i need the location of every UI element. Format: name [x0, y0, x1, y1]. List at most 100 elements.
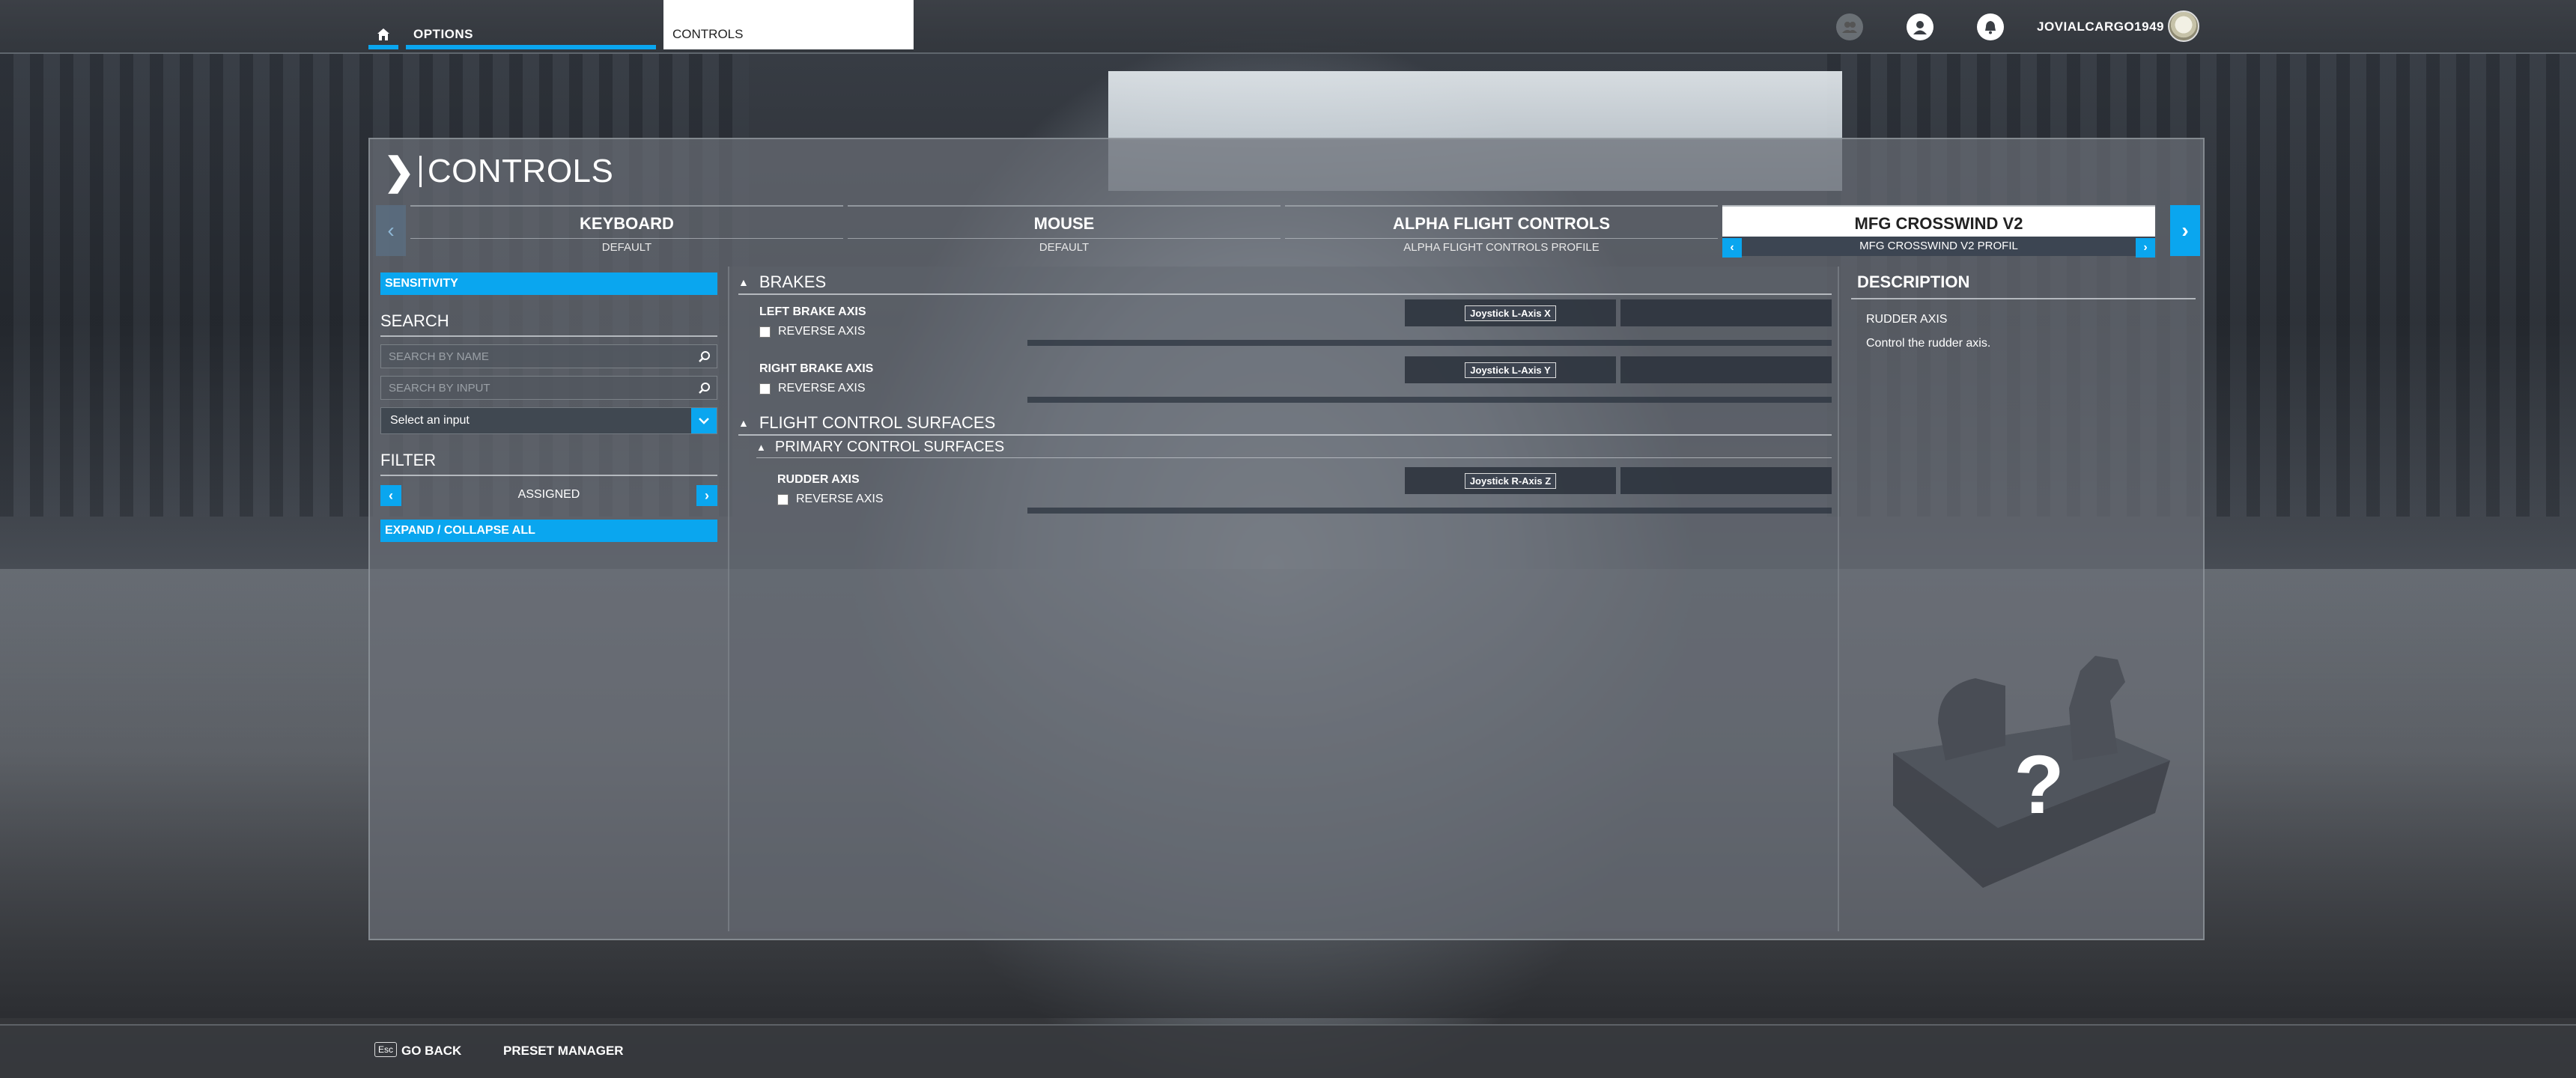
reverse-axis-option[interactable]: REVERSE AXIS — [759, 382, 866, 395]
profile-icon — [1913, 21, 1927, 34]
tab-options[interactable]: OPTIONS — [406, 19, 656, 49]
sensitivity-button[interactable]: SENSITIVITY — [380, 272, 717, 295]
expand-collapse-all-button[interactable]: EXPAND / COLLAPSE ALL — [380, 520, 717, 542]
caret-up-icon: ▲ — [756, 442, 766, 453]
search-icon — [699, 383, 710, 394]
profile-button[interactable] — [1907, 13, 1933, 40]
axis-indicator — [1027, 397, 1832, 403]
binding-rudder-axis[interactable]: RUDDER AXIS REVERSE AXIS Joystick R-Axis… — [729, 467, 1832, 515]
unknown-device-symbol: ? — [2014, 739, 2064, 831]
input-key: Joystick R-Axis Z — [1464, 472, 1557, 489]
username[interactable]: JOVIALCARGO1949 — [2037, 19, 2164, 34]
device-illustration: ? — [1893, 656, 2170, 888]
category-label: BRAKES — [759, 272, 827, 291]
binding-label: RUDDER AXIS — [777, 473, 860, 486]
search-by-input-field[interactable] — [381, 377, 717, 399]
preset-prev-button[interactable]: ‹ — [1722, 238, 1742, 258]
reverse-axis-label: REVERSE AXIS — [796, 493, 884, 505]
device-next-button[interactable]: › — [2170, 205, 2200, 256]
caret-up-icon: ▲ — [738, 276, 749, 288]
chevron-right-icon: › — [2143, 241, 2148, 254]
page-title: ❯ CONTROLS — [383, 153, 613, 190]
binding-left-brake-axis[interactable]: LEFT BRAKE AXIS REVERSE AXIS Joystick L-… — [729, 299, 1832, 347]
tab-controls-label: CONTROLS — [672, 27, 744, 41]
tab-mfg-crosswind-v2[interactable]: MFG CROSSWIND V2 MFG CROSSWIND V2 PROFIL… — [1722, 205, 2155, 258]
description-text: Control the rudder axis. — [1866, 337, 1991, 350]
binding-label: RIGHT BRAKE AXIS — [759, 362, 874, 375]
device-prev-button[interactable]: ‹ — [376, 205, 406, 256]
description-heading: DESCRIPTION — [1851, 267, 2196, 299]
tab-mouse[interactable]: MOUSE DEFAULT — [848, 205, 1281, 256]
tab-alpha-flight-controls[interactable]: ALPHA FLIGHT CONTROLS ALPHA FLIGHT CONTR… — [1285, 205, 1718, 256]
tab-options-label: OPTIONS — [413, 27, 474, 41]
device-name: MOUSE — [1033, 214, 1095, 233]
preset-next-button[interactable]: › — [2136, 238, 2155, 258]
home-button[interactable] — [368, 19, 398, 49]
select-input-dropdown[interactable]: Select an input — [380, 407, 717, 434]
input-key: Joystick L-Axis Y — [1465, 362, 1556, 378]
chevron-left-icon: ‹ — [387, 219, 395, 242]
top-navigation-bar: OPTIONS CONTROLS JOVIALCARGO1949 — [0, 0, 2576, 54]
binding-label: LEFT BRAKE AXIS — [759, 305, 866, 318]
search-by-input[interactable] — [380, 376, 717, 400]
title-chevron-icon: ❯ — [383, 150, 415, 192]
binding-primary-slot[interactable]: Joystick L-Axis Y — [1405, 356, 1616, 383]
binding-secondary-slot[interactable] — [1620, 356, 1832, 383]
search-by-name[interactable] — [380, 344, 717, 368]
description-binding-name: RUDDER AXIS — [1866, 313, 1948, 326]
device-preset: DEFAULT — [848, 238, 1281, 254]
avatar[interactable] — [2168, 10, 2199, 42]
filter-heading: FILTER — [380, 451, 717, 476]
notifications-button[interactable] — [1977, 13, 2004, 40]
device-name: ALPHA FLIGHT CONTROLS — [1392, 214, 1611, 233]
filter-next-button[interactable]: › — [696, 485, 717, 506]
filter-selector: ‹ ASSIGNED › — [380, 484, 717, 508]
device-preset: ALPHA FLIGHT CONTROLS PROFILE — [1285, 238, 1718, 254]
search-heading: SEARCH — [380, 311, 717, 337]
bottom-bar: Esc GO BACK PRESET MANAGER — [0, 1024, 2576, 1078]
device-name: KEYBOARD — [580, 214, 674, 233]
page-title-text: CONTROLS — [427, 153, 614, 189]
category-brakes[interactable]: ▲ BRAKES — [738, 272, 1832, 295]
reverse-axis-checkbox[interactable] — [759, 383, 771, 395]
device-preset-selector[interactable]: MFG CROSSWIND V2 PROFIL — [1722, 237, 2155, 256]
binding-right-brake-axis[interactable]: RIGHT BRAKE AXIS REVERSE AXIS Joystick L… — [729, 356, 1832, 404]
chevron-right-icon: › — [2181, 219, 2189, 242]
reverse-axis-checkbox[interactable] — [759, 326, 771, 338]
esc-key-icon: Esc — [374, 1042, 398, 1057]
reverse-axis-option[interactable]: REVERSE AXIS — [759, 325, 866, 338]
device-name: MFG CROSSWIND V2 — [1854, 214, 2023, 233]
input-key: Joystick L-Axis X — [1465, 305, 1556, 321]
home-tab-indicator — [368, 45, 398, 49]
dropdown-toggle[interactable] — [691, 408, 717, 433]
left-sidebar: SENSITIVITY SEARCH Select an input FILTE… — [380, 272, 717, 542]
preset-manager-button[interactable]: PRESET MANAGER — [503, 1044, 624, 1059]
friends-button[interactable] — [1836, 13, 1863, 40]
search-by-name-input[interactable] — [381, 345, 717, 368]
binding-primary-slot[interactable]: Joystick R-Axis Z — [1405, 467, 1616, 494]
description-panel: DESCRIPTION RUDDER AXIS Control the rudd… — [1851, 267, 2196, 931]
subcategory-label: PRIMARY CONTROL SURFACES — [774, 439, 1005, 455]
chevron-down-icon — [699, 418, 709, 424]
subcategory-primary-control-surfaces[interactable]: ▲ PRIMARY CONTROL SURFACES — [756, 439, 1832, 458]
reverse-axis-checkbox[interactable] — [777, 493, 789, 505]
binding-secondary-slot[interactable] — [1620, 299, 1832, 326]
reverse-axis-option[interactable]: REVERSE AXIS — [777, 493, 884, 506]
tab-keyboard[interactable]: KEYBOARD DEFAULT — [410, 205, 843, 256]
options-tab-indicator — [406, 45, 656, 49]
category-flight-control-surfaces[interactable]: ▲ FLIGHT CONTROL SURFACES — [738, 413, 1832, 436]
binding-primary-slot[interactable]: Joystick L-Axis X — [1405, 299, 1616, 326]
device-preset: DEFAULT — [410, 238, 843, 254]
tab-controls[interactable]: CONTROLS — [663, 0, 914, 49]
reverse-axis-label: REVERSE AXIS — [778, 382, 866, 395]
device-tabs: ‹ KEYBOARD DEFAULT MOUSE DEFAULT ALPHA F… — [376, 205, 2200, 259]
bindings-list: ▲ BRAKES LEFT BRAKE AXIS REVERSE AXIS Jo… — [728, 267, 1839, 931]
axis-indicator — [1027, 340, 1832, 346]
go-back-button[interactable]: GO BACK — [401, 1044, 461, 1059]
title-divider — [419, 156, 422, 187]
chevron-left-icon: ‹ — [1730, 241, 1734, 254]
search-icon — [699, 351, 710, 362]
category-label: FLIGHT CONTROL SURFACES — [759, 413, 996, 432]
reverse-axis-label: REVERSE AXIS — [778, 325, 866, 338]
binding-secondary-slot[interactable] — [1620, 467, 1832, 494]
